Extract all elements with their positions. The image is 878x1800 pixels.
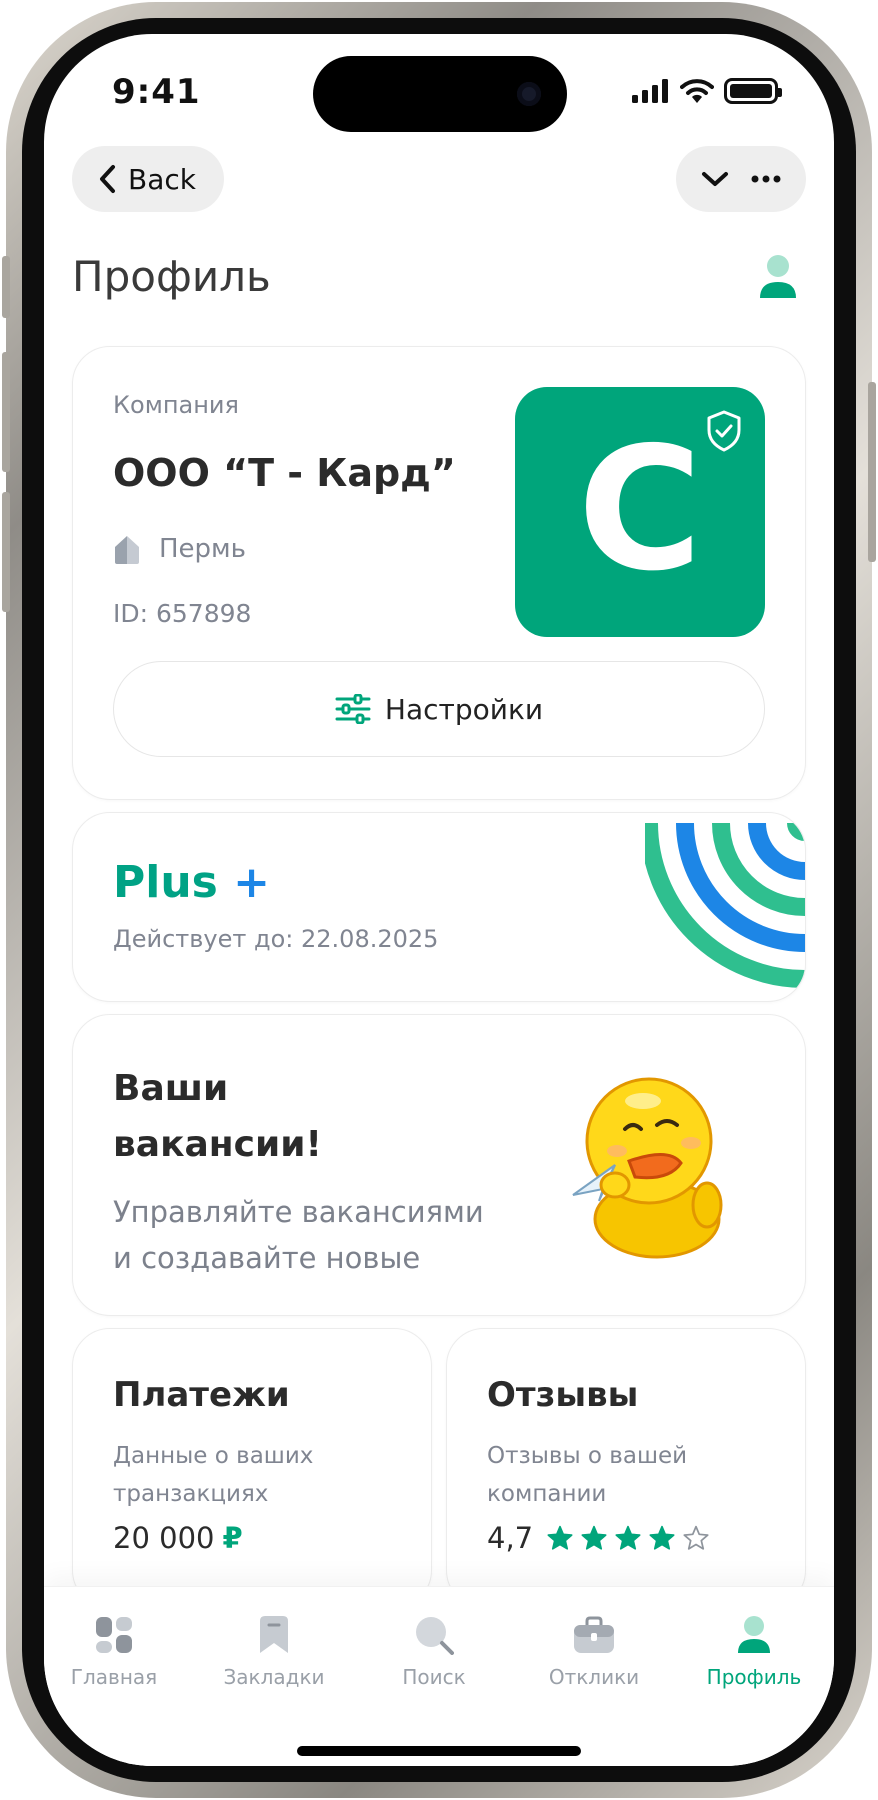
decorative-arcs [645, 822, 805, 988]
tab-bookmarks-label: Закладки [223, 1665, 325, 1689]
payments-amount: 20 000 [113, 1521, 215, 1555]
payments-subtitle-line1: Данные о ваших [113, 1443, 314, 1469]
vacancies-subtitle: Управляйте вакансиями и создавайте новые [113, 1189, 533, 1281]
tab-profile-label: Профиль [706, 1665, 802, 1689]
vacancies-card[interactable]: Ваши вакансии! Управляйте вакансиями и с… [72, 1014, 806, 1316]
duck-sticker-icon [572, 1077, 723, 1259]
rating-stars [547, 1525, 709, 1551]
chevron-down-icon[interactable] [701, 170, 729, 188]
payments-card[interactable]: Платежи Данные о ваших транзакциях 20 00… [72, 1328, 432, 1608]
battery-icon [724, 78, 782, 104]
settings-button[interactable]: Настройки [113, 661, 765, 757]
home-indicator [297, 1746, 581, 1756]
plan-plus: + [233, 857, 271, 908]
reviews-rating-row: 4,7 [487, 1521, 709, 1555]
star-filled-icon [615, 1525, 641, 1550]
status-time: 9:41 [112, 72, 201, 112]
currency-symbol: ₽ [222, 1521, 243, 1555]
wifi-icon [680, 79, 714, 103]
payments-subtitle-line2: транзакциях [113, 1481, 269, 1507]
power-button [868, 382, 876, 562]
volume-up-button [2, 352, 10, 472]
company-id: ID: 657898 [113, 599, 252, 628]
plan-title: Plus + [113, 857, 270, 908]
company-label: Компания [113, 391, 239, 419]
tab-home[interactable]: Главная [44, 1615, 194, 1689]
more-icon[interactable] [751, 175, 781, 183]
reviews-subtitle-line1: Отзывы о вашей [487, 1443, 688, 1469]
search-icon [416, 1617, 454, 1655]
vacancies-subtitle-line1: Управляйте вакансиями [113, 1195, 484, 1229]
payments-amount-row: 20 000 ₽ [113, 1521, 243, 1555]
back-button[interactable]: Back [72, 146, 224, 212]
payments-title: Платежи [113, 1375, 290, 1415]
profile-avatar-icon[interactable] [758, 254, 798, 304]
vacancies-title: Ваши вакансии! [113, 1061, 413, 1173]
star-empty-icon [683, 1525, 709, 1550]
payments-subtitle: Данные о ваших транзакциях [113, 1437, 403, 1513]
reviews-card[interactable]: Отзывы Отзывы о вашей компании 4,7 [446, 1328, 806, 1608]
subscription-card[interactable]: Plus + Действует до: 22.08.2025 [72, 812, 806, 1002]
action-button [2, 256, 10, 318]
briefcase-icon [574, 1616, 614, 1653]
tab-responses-label: Отклики [548, 1665, 640, 1689]
screen: 9:41 Back Профиль Компания ООО “Т - Кард… [44, 34, 834, 1766]
status-icons [632, 78, 782, 104]
tab-profile[interactable]: Профиль [674, 1615, 834, 1689]
page-title: Профиль [72, 252, 271, 301]
volume-down-button [2, 492, 10, 612]
chevron-left-icon [100, 165, 115, 193]
home-icon [96, 1617, 132, 1653]
company-city: Пермь [113, 533, 246, 565]
vacancies-title-line1: Ваши [113, 1068, 229, 1109]
sliders-icon [335, 694, 371, 724]
plan-valid-until: Действует до: 22.08.2025 [113, 925, 439, 953]
reviews-subtitle: Отзывы о вашей компании [487, 1437, 777, 1513]
star-filled-icon [649, 1525, 675, 1550]
star-filled-icon [547, 1525, 573, 1550]
vacancies-subtitle-line2: и создавайте новые [113, 1241, 421, 1275]
back-label: Back [128, 162, 196, 196]
plan-name: Plus [113, 857, 218, 908]
camera-icon [517, 82, 541, 106]
reviews-title: Отзывы [487, 1375, 639, 1415]
company-card: Компания ООО “Т - Кард” Пермь ID: 657898… [72, 346, 806, 800]
tab-home-label: Главная [70, 1665, 158, 1689]
settings-label: Настройки [384, 692, 544, 726]
tab-search-label: Поиск [402, 1665, 466, 1689]
reviews-rating: 4,7 [487, 1521, 534, 1555]
verified-shield-icon [707, 410, 741, 452]
profile-icon [738, 1616, 770, 1653]
company-logo: C [515, 387, 765, 637]
reviews-subtitle-line2: компании [487, 1481, 607, 1507]
bookmark-icon [260, 1616, 288, 1653]
company-name: ООО “Т - Кард” [113, 451, 456, 495]
vacancies-title-line2: вакансии! [113, 1124, 322, 1165]
menu-button[interactable] [676, 146, 806, 212]
building-icon [115, 536, 139, 564]
tab-responses[interactable]: Отклики [514, 1615, 674, 1689]
logo-letter: C [577, 411, 703, 609]
tab-bookmarks[interactable]: Закладки [194, 1615, 354, 1689]
tab-search[interactable]: Поиск [354, 1615, 514, 1689]
star-filled-icon [581, 1525, 607, 1550]
signal-icon [632, 79, 668, 103]
city-label: Пермь [159, 534, 246, 564]
dynamic-island [313, 56, 567, 132]
tab-bar: Главная Закладки Поиск Отклики Профиль [44, 1586, 834, 1766]
